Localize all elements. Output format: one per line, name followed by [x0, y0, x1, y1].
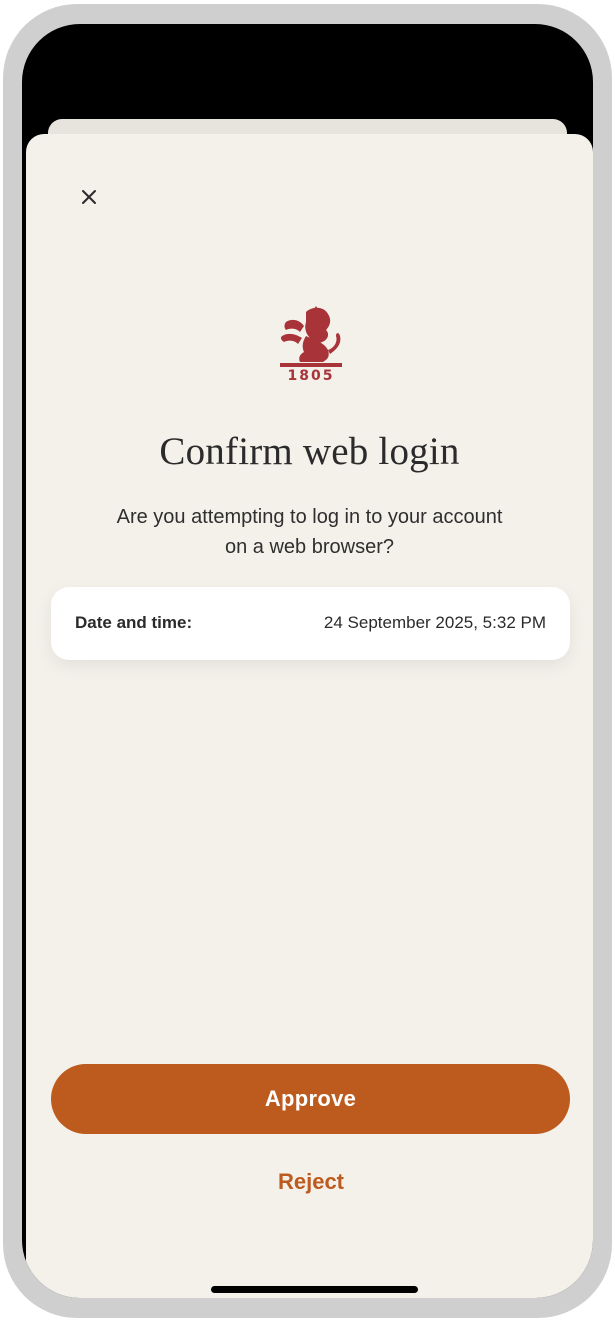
page-title: Confirm web login: [159, 430, 460, 473]
page-subtitle: Are you attempting to log in to your acc…: [116, 506, 503, 558]
date-time-label: Date and time:: [75, 613, 193, 632]
confirm-login-sheet: 1805 Confirm web login Are you attemptin…: [26, 134, 593, 1298]
brand-logo: 1805: [276, 304, 346, 386]
close-button[interactable]: [74, 182, 104, 212]
phone-frame: 1805 Confirm web login Are you attemptin…: [3, 4, 612, 1318]
phone-screen: 1805 Confirm web login Are you attemptin…: [22, 24, 593, 1298]
close-icon: [82, 190, 96, 204]
logo-year: 1805: [287, 368, 335, 384]
home-indicator: [211, 1286, 418, 1293]
date-time-value: 24 September 2025, 5:32 PM: [323, 613, 546, 632]
reject-button[interactable]: Reject: [211, 1164, 411, 1200]
login-details-card: Date and time: 24 September 2025, 5:32 P…: [51, 587, 570, 660]
approve-button[interactable]: Approve: [51, 1064, 570, 1134]
